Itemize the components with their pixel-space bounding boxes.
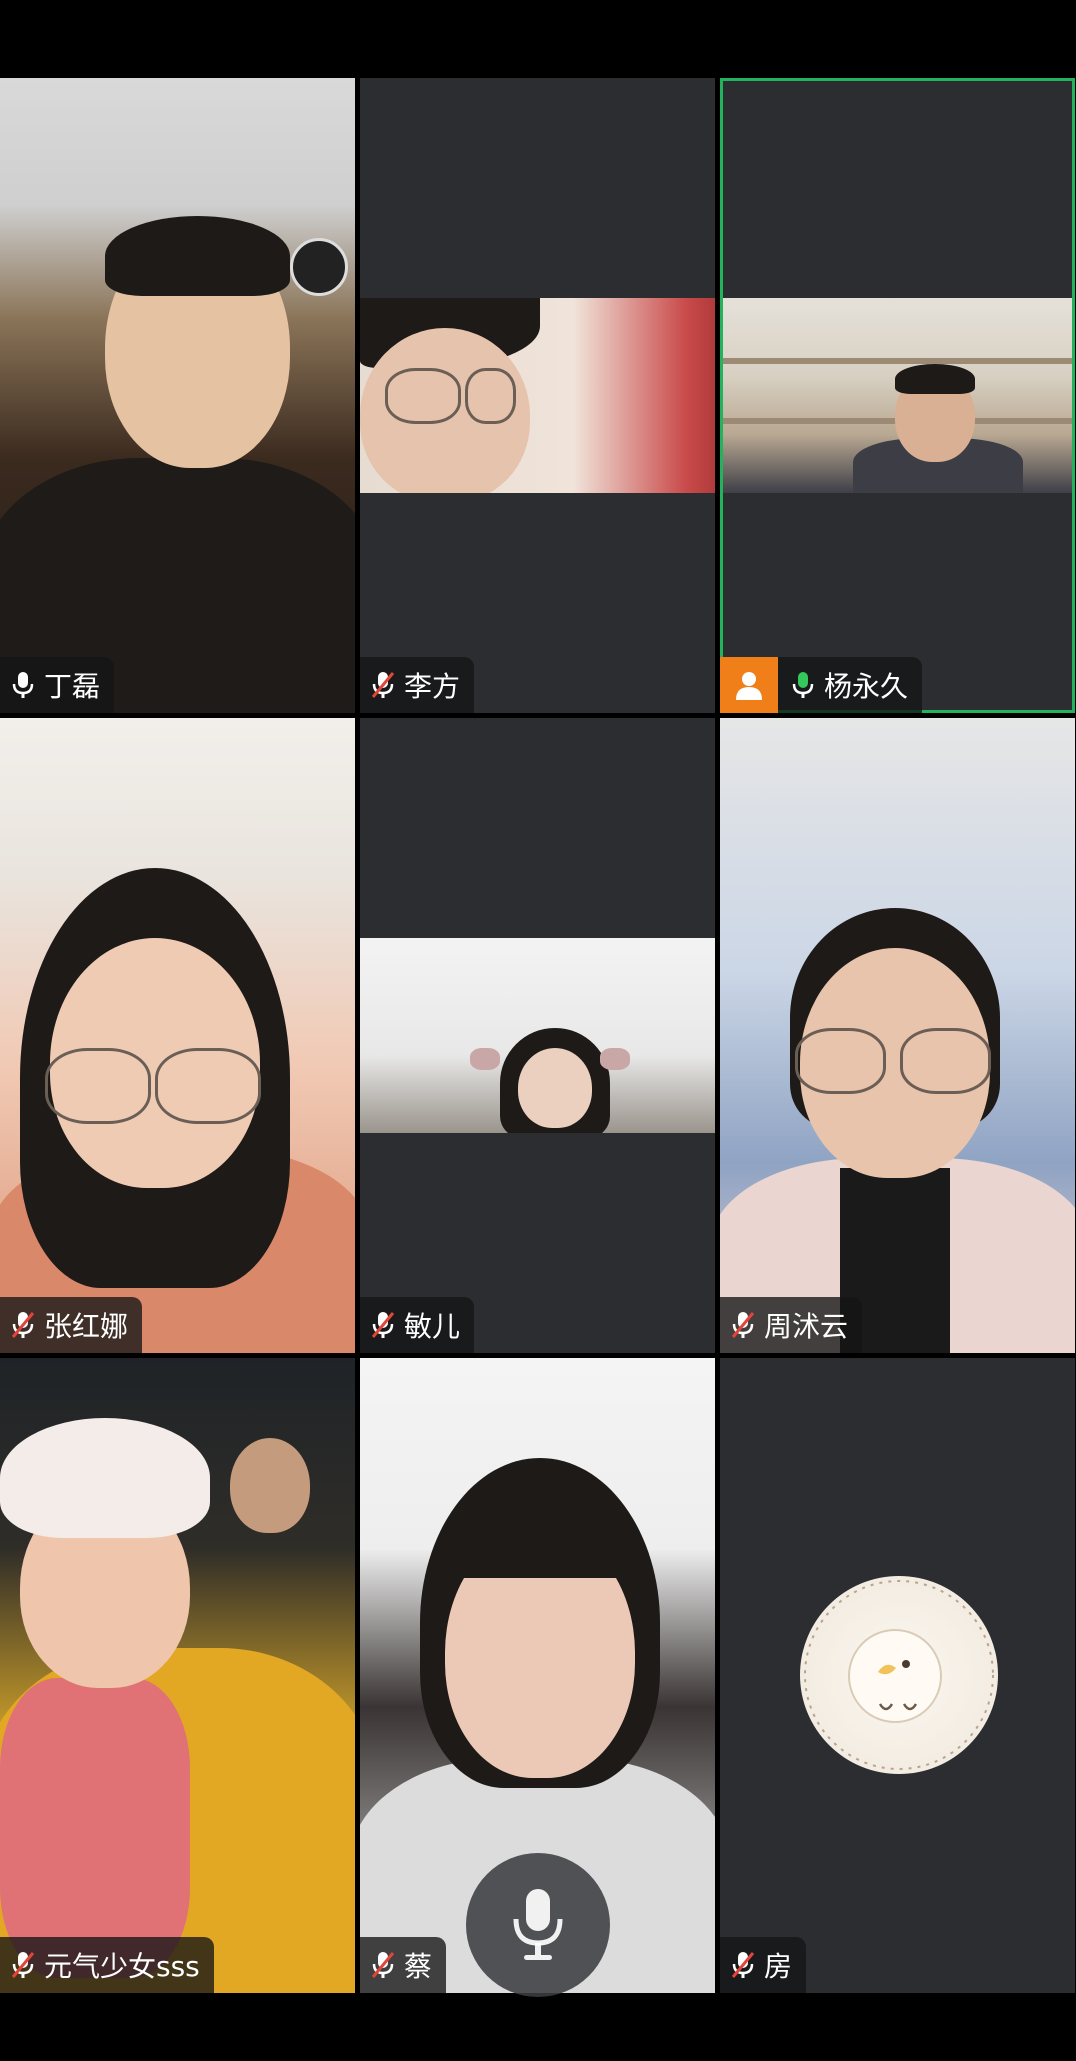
participant-name: 元气少女sss [44,1950,200,1983]
shelf [723,358,1072,364]
person-head [230,1438,310,1533]
participant-nametag: 房 [720,1937,807,1993]
glasses [900,1028,991,1094]
participant-nametag: 敏儿 [360,1297,475,1353]
participant-nametag: 元气少女sss [0,1937,214,1993]
person-hair [105,216,290,296]
participant-tile[interactable]: 房 [720,1358,1075,1993]
chick-icon [804,1580,994,1770]
clock-icon [290,238,348,296]
participant-video [0,718,355,1353]
glasses [795,1028,886,1094]
participant-video [360,298,715,493]
scarf [0,1678,190,1978]
microphone-speaking-icon [792,672,814,698]
participant-name: 敏儿 [404,1310,461,1343]
microphone-icon [513,1889,563,1960]
participant-video [723,298,1072,493]
microphone-muted-icon [731,1312,755,1338]
glasses [465,368,516,424]
person-bangs [445,1508,635,1578]
participant-nametag: 周沭云 [720,1297,863,1353]
participant-name: 张红娜 [44,1310,129,1343]
participant-name: 丁磊 [44,670,101,703]
glasses [45,1048,151,1124]
microphone-muted-icon [371,672,395,698]
participant-name: 李方 [404,670,461,703]
participant-tile-active[interactable]: 杨永久 [720,78,1075,713]
participant-video [720,718,1075,1353]
participant-tile[interactable]: 周沭云 [720,718,1075,1353]
participant-nametag: 李方 [360,657,475,713]
participant-tile[interactable]: 敏儿 [360,718,715,1353]
video-grid: 丁磊 李方 杨永久 张红娜 敏儿 周沭云 元气少女sss 蔡 房 [0,78,1076,1993]
microphone-muted-icon [371,1312,395,1338]
microphone-muted-icon [11,1312,35,1338]
microphone-icon [12,672,34,698]
participant-tile[interactable]: 丁磊 [0,78,355,713]
participant-nametag: 杨永久 [720,657,923,713]
participant-tile[interactable]: 张红娜 [0,718,355,1353]
person-head [518,1048,592,1128]
avatar [800,1576,998,1774]
participant-name: 蔡 [404,1950,433,1983]
person-hair [895,364,975,394]
participant-video [0,1358,355,1993]
hat [0,1418,210,1538]
participant-nametag: 张红娜 [0,1297,143,1353]
participant-name: 周沭云 [764,1310,849,1343]
participant-tile[interactable]: 李方 [360,78,715,713]
decoration [600,1048,630,1070]
participant-tile[interactable]: 元气少女sss [0,1358,355,1993]
participant-nametag: 丁磊 [0,657,115,713]
glasses [385,368,461,424]
participant-video [0,78,355,713]
glasses [155,1048,261,1124]
participant-name: 房 [764,1950,793,1983]
microphone-muted-icon [11,1952,35,1978]
person-icon [720,657,778,713]
microphone-muted-icon [731,1952,755,1978]
participant-nametag: 蔡 [360,1937,447,1993]
participant-video [360,938,715,1133]
microphone-button[interactable] [466,1853,610,1997]
participant-name: 杨永久 [824,670,909,703]
decoration [470,1048,500,1070]
microphone-muted-icon [371,1952,395,1978]
